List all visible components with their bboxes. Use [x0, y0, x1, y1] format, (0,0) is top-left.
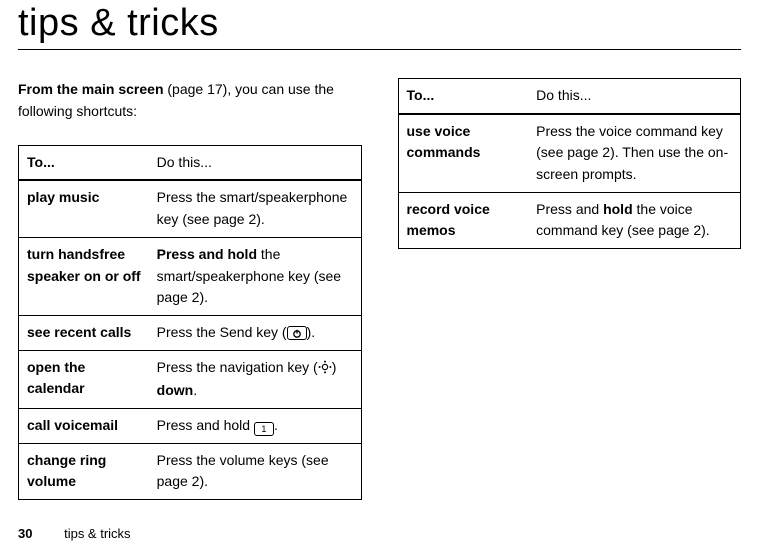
th-to: To... [398, 79, 528, 114]
table-row: see recent callsPress the Send key (). [19, 315, 362, 350]
send-key-icon [287, 326, 307, 340]
row-do: Press and hold 1. [149, 408, 361, 443]
title-rule [18, 49, 741, 50]
row-to: turn handsfree speaker on or off [19, 237, 149, 315]
left-column: From the main screen (page 17), you can … [18, 78, 362, 500]
row-do: Press the voice command key (see page 2)… [528, 114, 740, 193]
one-key-icon: 1 [254, 422, 274, 436]
row-to: use voice commands [398, 114, 528, 193]
th-to: To... [19, 145, 149, 180]
table-row: turn handsfree speaker on or offPress an… [19, 237, 362, 315]
tips-table-left: To... Do this... play musicPress the sma… [18, 145, 362, 500]
table-row: use voice commandsPress the voice comman… [398, 114, 741, 193]
table-row: record voice memosPress and hold the voi… [398, 192, 741, 248]
row-do: Press the volume keys (see page 2). [149, 443, 361, 499]
nav-key-icon [318, 359, 332, 381]
row-do: Press the Send key (). [149, 315, 361, 350]
row-do: Press the navigation key () down. [149, 350, 361, 408]
content-columns: From the main screen (page 17), you can … [18, 78, 741, 500]
page-number: 30 [18, 526, 32, 541]
intro-text: From the main screen (page 17), you can … [18, 78, 362, 123]
row-to: record voice memos [398, 192, 528, 248]
row-to: open the calendar [19, 350, 149, 408]
intro-bold: From the main screen [18, 81, 164, 97]
tips-table-right: To... Do this... use voice commandsPress… [398, 78, 742, 249]
row-to: play music [19, 180, 149, 237]
table-row: play musicPress the smart/speakerphone k… [19, 180, 362, 237]
row-to: call voicemail [19, 408, 149, 443]
row-to: change ring volume [19, 443, 149, 499]
row-do: Press and hold the smart/speakerphone ke… [149, 237, 361, 315]
table-row: call voicemailPress and hold 1. [19, 408, 362, 443]
table-row: change ring volumePress the volume keys … [19, 443, 362, 499]
th-do: Do this... [149, 145, 361, 180]
right-column: To... Do this... use voice commandsPress… [398, 78, 742, 500]
footer-section: tips & tricks [64, 526, 130, 541]
row-do: Press the smart/speakerphone key (see pa… [149, 180, 361, 237]
th-do: Do this... [528, 79, 740, 114]
page-footer: 30 tips & tricks [18, 526, 131, 541]
row-to: see recent calls [19, 315, 149, 350]
page-title: tips & tricks [18, 2, 741, 45]
row-do: Press and hold the voice command key (se… [528, 192, 740, 248]
table-row: open the calendarPress the navigation ke… [19, 350, 362, 408]
